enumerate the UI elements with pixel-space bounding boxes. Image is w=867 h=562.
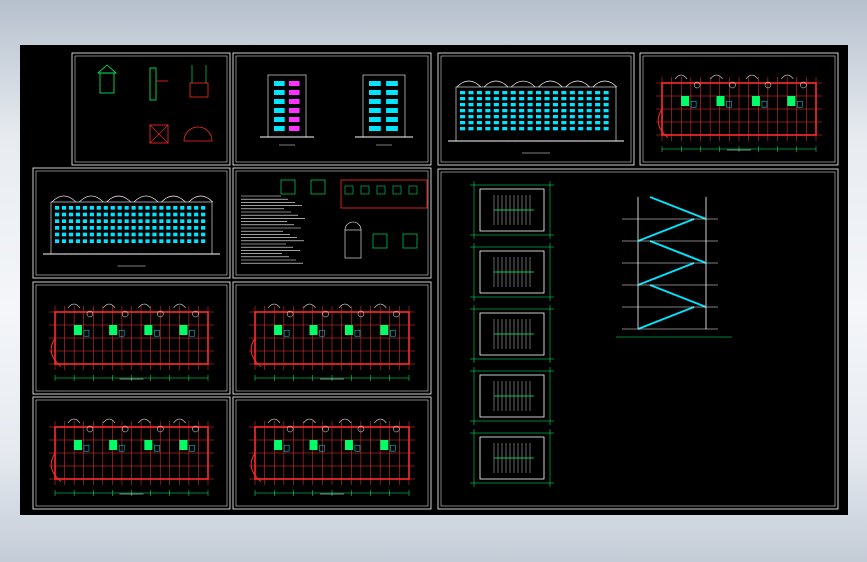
stair-section	[616, 196, 732, 338]
stair-plan	[470, 243, 554, 301]
sheet-stair-sheet[interactable]	[437, 168, 839, 510]
cad-viewer-background	[0, 0, 867, 562]
side-elevations	[260, 74, 413, 146]
stair-plan	[470, 429, 554, 487]
stair-plan	[470, 305, 554, 363]
sheet-plan-mid-left[interactable]	[32, 281, 231, 395]
sheet-plan-bottom-center[interactable]	[232, 396, 432, 510]
sheet-elevation-front-top[interactable]	[437, 52, 635, 166]
elevation-elevation-front-top	[448, 80, 624, 154]
sheet-plan-bottom-left[interactable]	[32, 396, 231, 510]
sheet-details-1[interactable]	[71, 52, 231, 166]
detail-drawings	[96, 64, 213, 144]
sheet-plan-mid-center[interactable]	[232, 281, 432, 395]
floor-plan-plan-bottom-center	[249, 418, 415, 496]
floor-plan-plan-mid-center	[249, 303, 415, 381]
notes-and-details	[241, 179, 428, 264]
sheet-elevation-front-large[interactable]	[32, 167, 231, 279]
drawing-svg	[32, 52, 839, 510]
sheet-plan-top-right[interactable]	[639, 52, 839, 166]
stair-plan	[470, 367, 554, 425]
stair-plan	[470, 181, 554, 239]
drawing-canvas[interactable]	[20, 45, 848, 515]
sheet-notes-sheet[interactable]	[232, 167, 432, 279]
elevation-elevation-front-large	[43, 195, 220, 267]
floor-plan-plan-top-right	[656, 74, 822, 152]
floor-plan-plan-bottom-left	[49, 418, 214, 496]
stair-plans-and-section	[470, 181, 732, 487]
floor-plan-plan-mid-left	[49, 303, 214, 381]
sheet-elevation-side[interactable]	[232, 52, 432, 166]
